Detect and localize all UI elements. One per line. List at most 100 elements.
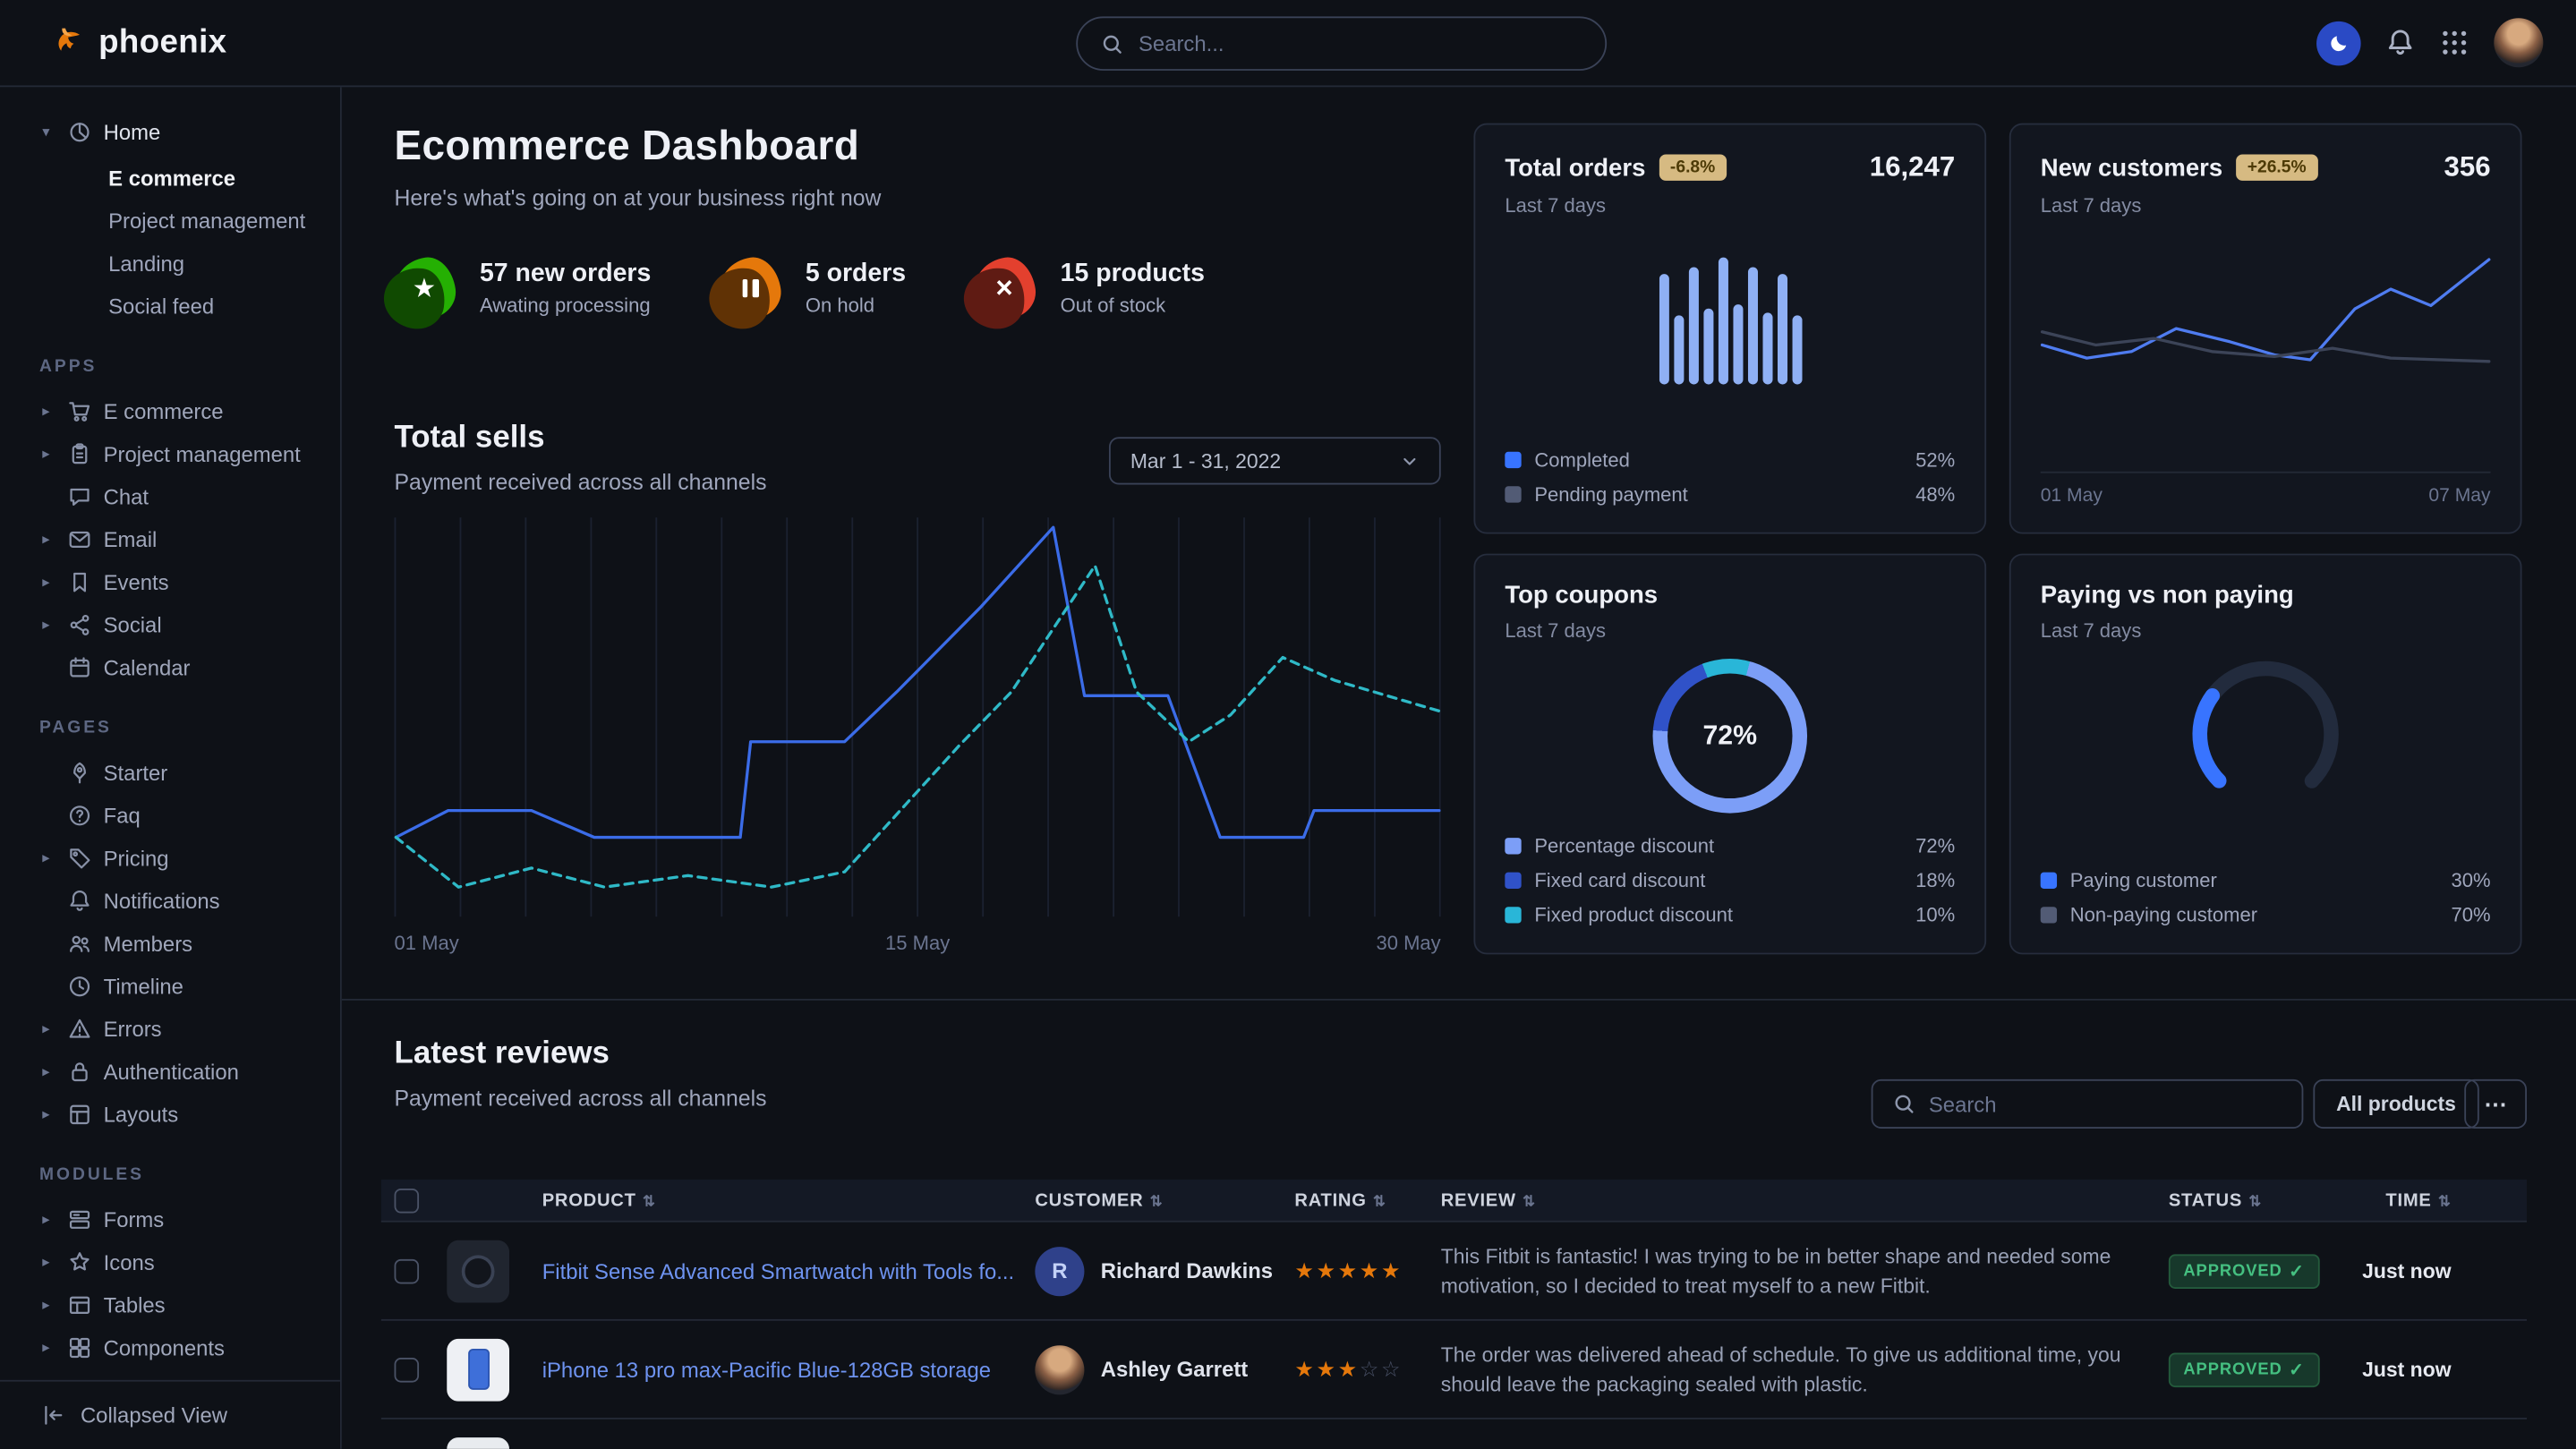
sidebar-section-pages: PAGES bbox=[39, 718, 340, 737]
apps-grid-icon[interactable] bbox=[2440, 28, 2469, 57]
sidebar-item-layouts[interactable]: ▸Layouts bbox=[0, 1093, 340, 1136]
legend-label: Paying customer bbox=[2070, 869, 2217, 892]
caret-right-icon: ▸ bbox=[36, 1210, 55, 1228]
notifications-bell-icon[interactable] bbox=[2385, 28, 2415, 57]
sidebar-subitem-social-feed[interactable]: Social feed bbox=[0, 285, 340, 328]
more-options-button[interactable]: ⋯ bbox=[2464, 1079, 2527, 1129]
customer-name: Richard Dawkins bbox=[1101, 1258, 1273, 1283]
column-header-status[interactable]: STATUS⇅ bbox=[2169, 1190, 2262, 1210]
total-orders-card: Total orders -6.8% 16,247 Last 7 days Co… bbox=[1473, 124, 1986, 534]
reviews-subtitle: Payment received across all channels bbox=[395, 1086, 767, 1111]
sidebar-item-social[interactable]: ▸Social bbox=[0, 603, 340, 646]
table-icon bbox=[67, 1292, 92, 1317]
sidebar-subitem-e-commerce[interactable]: E commerce bbox=[0, 156, 340, 199]
trend-badge: +26.5% bbox=[2236, 155, 2318, 181]
all-products-button[interactable]: All products bbox=[2313, 1079, 2478, 1129]
cart-icon bbox=[67, 398, 92, 423]
question-icon bbox=[67, 803, 92, 828]
column-header-product[interactable]: PRODUCT⇅ bbox=[542, 1190, 656, 1210]
total-sells-subtitle: Payment received across all channels bbox=[395, 470, 767, 495]
sidebar-section-modules: MODULES bbox=[39, 1164, 340, 1184]
stat-value: 57 new orders bbox=[480, 260, 651, 289]
select-all-checkbox[interactable] bbox=[395, 1188, 420, 1213]
sidebar-item-events[interactable]: ▸Events bbox=[0, 560, 340, 603]
orders-bars-svg bbox=[1659, 246, 1802, 384]
sidebar-item-components[interactable]: ▸Components bbox=[0, 1325, 340, 1368]
sidebar-item-label: Timeline bbox=[104, 974, 183, 999]
sidebar-item-pricing[interactable]: ▸Pricing bbox=[0, 836, 340, 879]
sort-icon: ⇅ bbox=[1523, 1192, 1536, 1208]
sidebar-item-tables[interactable]: ▸Tables bbox=[0, 1283, 340, 1326]
reviews-search bbox=[1872, 1079, 2304, 1129]
topbar: phoenix bbox=[0, 0, 2576, 87]
status-badge: APPROVED✓ bbox=[2169, 1352, 2320, 1387]
sidebar-home-children: E commerceProject managementLandingSocia… bbox=[0, 156, 340, 327]
stats-row: ★57 new ordersAwating processing5 orders… bbox=[395, 258, 1205, 319]
product-link[interactable]: iPhone 13 pro max-Pacific Blue-128GB sto… bbox=[542, 1357, 991, 1382]
check-icon: ✓ bbox=[2289, 1359, 2305, 1380]
sidebar-item-chat[interactable]: Chat bbox=[0, 474, 340, 517]
sidebar-item-calendar[interactable]: Calendar bbox=[0, 645, 340, 688]
sidebar-item-icons[interactable]: ▸Icons bbox=[0, 1240, 340, 1283]
customers-line-chart bbox=[2041, 236, 2491, 421]
theme-toggle-button[interactable] bbox=[2316, 21, 2361, 65]
legend-swatch bbox=[1505, 907, 1521, 923]
users-icon bbox=[67, 931, 92, 956]
sidebar-subitem-project-management[interactable]: Project management bbox=[0, 199, 340, 242]
card-title: New customers bbox=[2041, 154, 2223, 182]
brand[interactable]: phoenix bbox=[46, 23, 226, 63]
product-link[interactable]: Fitbit Sense Advanced Smartwatch with To… bbox=[542, 1258, 1014, 1283]
legend-label: Completed bbox=[1534, 448, 1630, 472]
sidebar-item-label: Members bbox=[104, 931, 192, 956]
sidebar-item-project-management[interactable]: ▸Project management bbox=[0, 432, 340, 475]
total-sells-header: Total sells Payment received across all … bbox=[395, 421, 767, 495]
date-range-select[interactable]: Mar 1 - 31, 2022 bbox=[1109, 437, 1441, 484]
legend-item-percentage-discount: Percentage discount72% bbox=[1505, 834, 1955, 857]
sidebar-item-errors[interactable]: ▸Errors bbox=[0, 1007, 340, 1050]
sidebar-item-faq[interactable]: Faq bbox=[0, 794, 340, 837]
caret-right-icon: ▸ bbox=[36, 1295, 55, 1313]
bell-icon bbox=[67, 888, 92, 913]
column-header-customer[interactable]: CUSTOMER⇅ bbox=[1035, 1190, 1163, 1210]
card-header: Total orders -6.8% 16,247 bbox=[1505, 151, 1955, 184]
legend-label: Fixed card discount bbox=[1534, 869, 1705, 892]
sidebar-item-authentication[interactable]: ▸Authentication bbox=[0, 1050, 340, 1093]
column-header-review[interactable]: REVIEW⇅ bbox=[1441, 1190, 1536, 1210]
customer-name: Ashley Garrett bbox=[1101, 1357, 1248, 1382]
clipboard-icon bbox=[67, 441, 92, 466]
row-checkbox[interactable] bbox=[395, 1258, 420, 1283]
legend-value: 30% bbox=[2452, 869, 2491, 892]
sidebar-item-timeline[interactable]: Timeline bbox=[0, 964, 340, 1007]
components-icon bbox=[67, 1334, 92, 1360]
sidebar-item-starter[interactable]: Starter bbox=[0, 751, 340, 794]
collapsed-view-toggle[interactable]: Collapsed View bbox=[0, 1380, 340, 1449]
reviews-table: PRODUCT⇅ CUSTOMER⇅ RATING⇅ REVIEW⇅ STATU… bbox=[381, 1180, 2527, 1449]
sidebar-item-home[interactable]: ▾ Home bbox=[0, 107, 340, 156]
stat-caption: Awating processing bbox=[480, 294, 651, 318]
column-header-rating[interactable]: RATING⇅ bbox=[1294, 1190, 1386, 1210]
page-subtitle: Here's what's going on at your business … bbox=[395, 185, 882, 210]
search-input[interactable] bbox=[1139, 31, 1582, 56]
caret-right-icon: ▸ bbox=[36, 1062, 55, 1080]
column-header-time[interactable]: TIME⇅ bbox=[2385, 1190, 2451, 1210]
mail-icon bbox=[67, 526, 92, 551]
sidebar-item-members[interactable]: Members bbox=[0, 922, 340, 965]
sidebar-subitem-landing[interactable]: Landing bbox=[0, 242, 340, 285]
legend-swatch bbox=[1505, 452, 1521, 468]
caret-right-icon: ▸ bbox=[36, 1019, 55, 1037]
new-customers-card: New customers +26.5% 356 Last 7 days 01 … bbox=[2009, 124, 2522, 534]
user-avatar[interactable] bbox=[2494, 18, 2543, 67]
customer-cell[interactable]: Ashley Garrett bbox=[1035, 1344, 1248, 1394]
sidebar-item-email[interactable]: ▸Email bbox=[0, 517, 340, 560]
sidebar-item-notifications[interactable]: Notifications bbox=[0, 879, 340, 922]
row-checkbox[interactable] bbox=[395, 1357, 420, 1382]
sidebar-item-forms[interactable]: ▸Forms bbox=[0, 1198, 340, 1240]
customer-cell[interactable]: RRichard Dawkins bbox=[1035, 1246, 1273, 1295]
rating-stars: ★★★☆☆ bbox=[1294, 1356, 1403, 1382]
sidebar-item-label: Home bbox=[104, 119, 161, 144]
app: phoenix ▾ Home bbox=[0, 0, 2576, 1449]
stat-caption: Out of stock bbox=[1061, 294, 1205, 318]
legend-value: 70% bbox=[2452, 904, 2491, 927]
reviews-search-input[interactable] bbox=[1929, 1092, 2282, 1117]
sidebar-item-e-commerce[interactable]: ▸E commerce bbox=[0, 389, 340, 432]
